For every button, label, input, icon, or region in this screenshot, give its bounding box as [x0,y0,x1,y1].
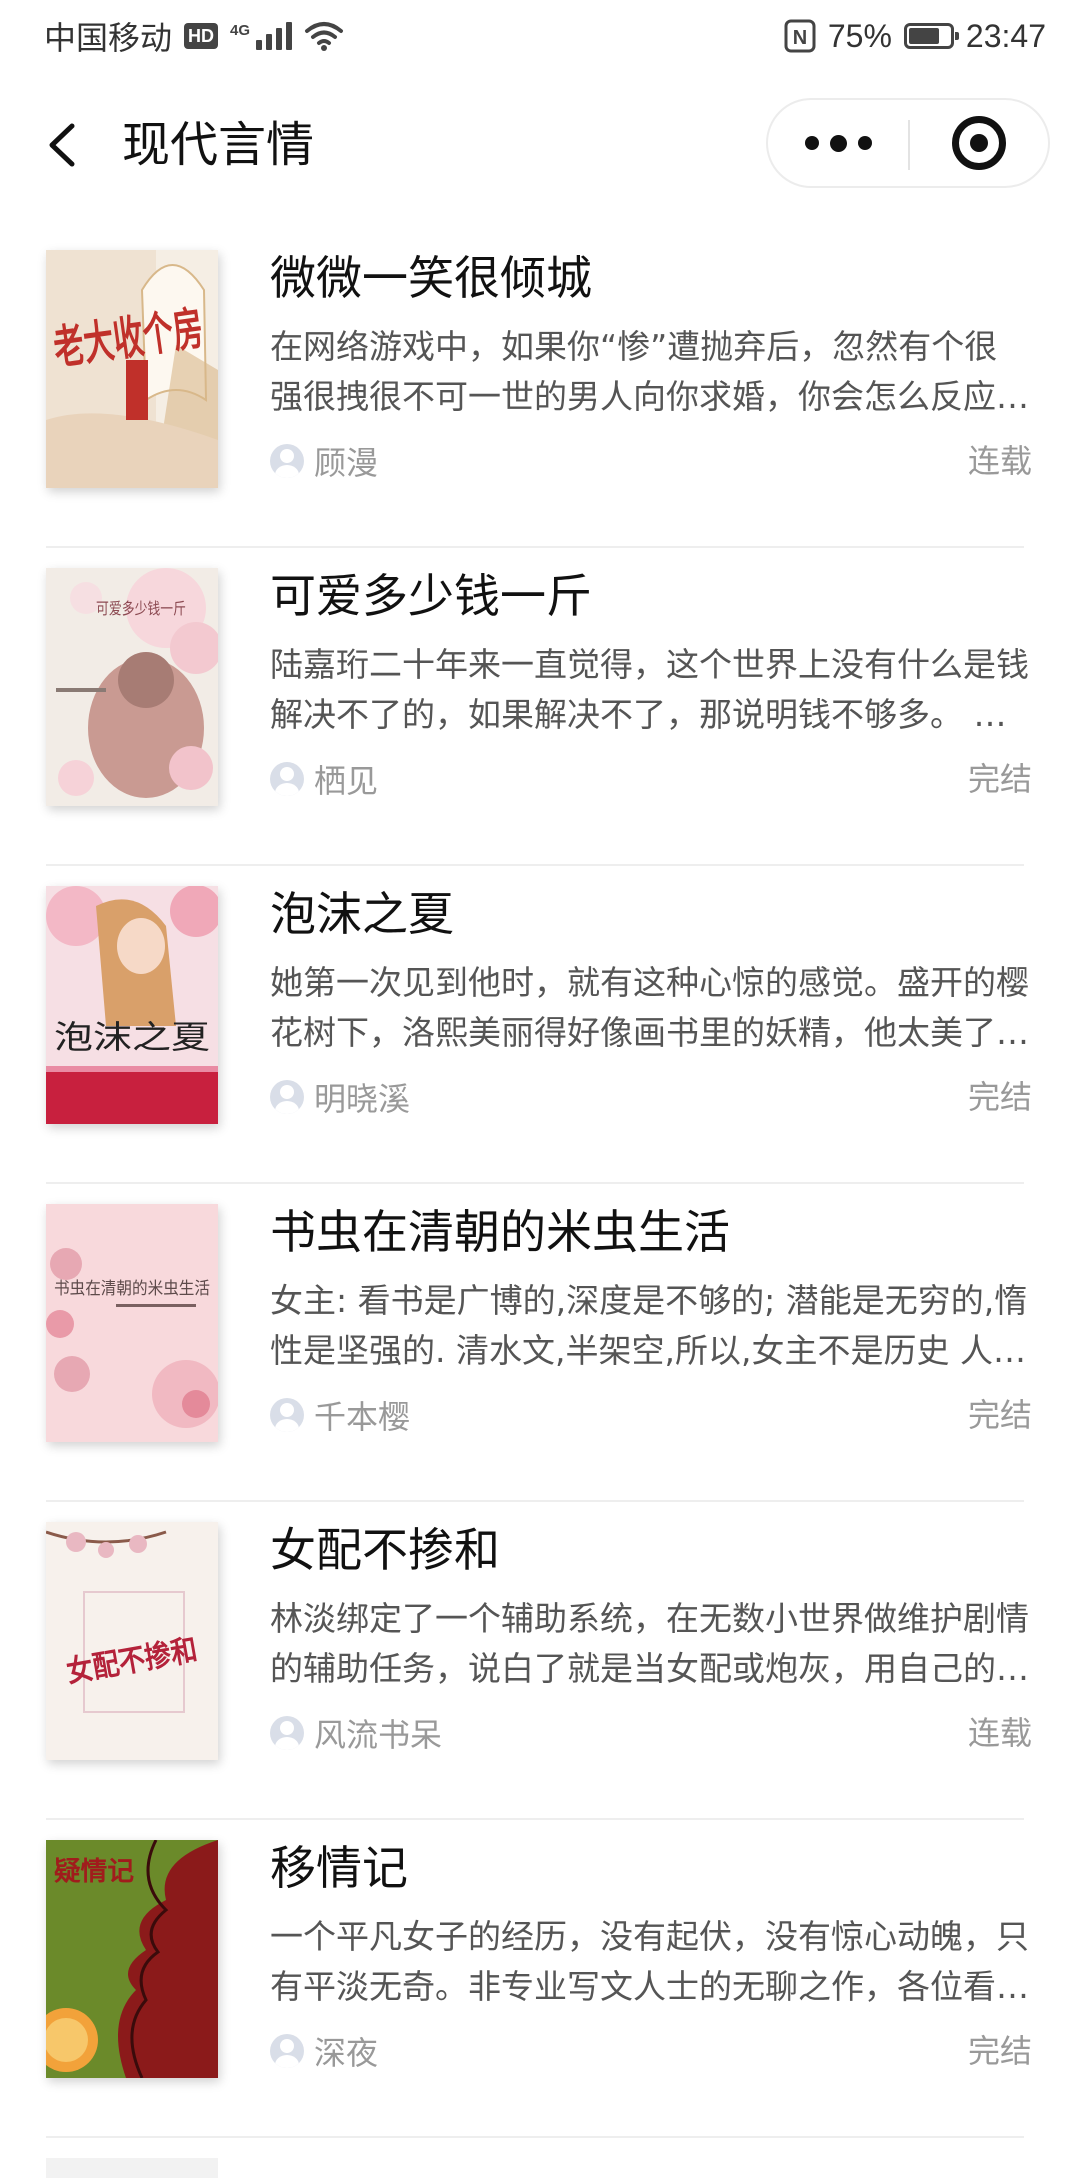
book-description-line: 解决不了的，如果解决不了，那说明钱不够多。 … [270,695,1007,734]
book-description-line: 花树下，洛熙美丽得好像画书里的妖精，他太美了… [270,1013,1029,1052]
author-avatar-icon [270,1398,304,1432]
book-author: 深夜 [270,2026,378,2076]
book-author: 顾漫 [270,436,378,486]
book-title: 微微一笑很倾城 [270,251,592,305]
book-cover [46,2158,218,2178]
book-description-line: 林淡绑定了一个辅助系统，在无数小世界做维护剧情 [270,1599,1029,1638]
book-description-line: 在网络游戏中，如果你“惨”遭抛弃后，忽然有个很 [270,327,998,366]
book-description: 一个平凡女子的经历，没有起伏，没有惊心动魄，只 有平淡无奇。非专业写文人士的无聊… [270,1912,1032,2012]
navigation-bar: 现代言情 [0,90,1080,200]
book-description-line: 她第一次见到他时，就有这种心惊的感觉。盛开的樱 [270,963,1029,1002]
author-avatar-icon [270,444,304,478]
book-description-line: 性是坚强的. 清水文,半架空,所以,女主不是历史 人… [270,1331,1026,1370]
book-item[interactable]: 疑情记 移情记 一个平凡女子的经历，没有起伏，没有惊心动魄，只 有平淡无奇。非专… [0,1820,1080,2138]
wifi-icon [305,22,344,51]
author-name: 栖见 [314,762,379,800]
target-circle-icon [952,116,1006,170]
book-cover: 可爱多少钱一斤 [46,568,218,806]
book-description: 在网络游戏中，如果你“惨”遭抛弃后，忽然有个很 强很拽很不可一世的男人向你求婚，… [270,322,1032,422]
author-avatar-icon [270,1080,304,1114]
carrier-name: 中国移动 [44,19,173,57]
book-description: 林淡绑定了一个辅助系统，在无数小世界做维护剧情 的辅助任务，说白了就是当女配或炮… [270,1594,1032,1694]
battery-icon [903,23,959,49]
book-author: 千本樱 [270,1390,410,1440]
nfc-icon: N [784,19,816,53]
author-name: 明晓溪 [314,1080,411,1118]
status-bar-left: 中国移动 HD 4G [44,14,344,58]
more-dots-icon [804,136,819,150]
book-cover: 泡沫之夏 [46,886,218,1124]
book-description-line: 陆嘉珩二十年来一直觉得，这个世界上没有什么是钱 [270,645,1029,684]
book-author: 明晓溪 [270,1072,410,1122]
author-name: 顾漫 [314,444,379,482]
battery-level [908,28,939,44]
book-author: 风流书呆 [270,1708,442,1758]
book-status: 完结 [967,2032,1032,2070]
cover-title-art: 可爱多少钱一斤 [96,599,186,618]
nfc-label: N [793,27,807,49]
author-avatar-icon [270,1716,304,1750]
book-title: 可爱多少钱一斤 [270,569,592,623]
book-description-line: 一个平凡女子的经历，没有起伏，没有惊心动魄，只 [270,1917,1029,1956]
more-button[interactable] [768,100,908,186]
network-type: 4G [230,22,251,39]
hd-badge: HD [184,23,219,49]
book-list: 老大收个房 微微一笑很倾城 在网络游戏中，如果你“惨”遭抛弃后，忽然有个很 强很… [0,230,1080,2178]
more-dots-icon-center [829,134,847,152]
status-bar-right: N 75% 23:47 [784,14,1046,58]
book-description: 女主: 看书是广博的,深度是不够的; 潜能是无穷的,惰 性是坚强的. 清水文,半… [270,1276,1032,1376]
clock: 23:47 [965,17,1046,54]
close-mini-program-button[interactable] [910,100,1048,186]
book-status: 完结 [967,760,1032,798]
cover-title-art: 泡沫之夏 [54,1018,210,1056]
book-item[interactable]: 老大收个房 微微一笑很倾城 在网络游戏中，如果你“惨”遭抛弃后，忽然有个很 强很… [0,230,1080,548]
book-status: 完结 [967,1396,1032,1434]
book-title: 泡沫之夏 [270,887,454,941]
book-cover: 疑情记 [46,1840,218,2078]
book-item[interactable]: 女配不掺和 女配不掺和 林淡绑定了一个辅助系统，在无数小世界做维护剧情 的辅助任… [0,1502,1080,1820]
page-title: 现代言情 [122,117,315,173]
book-description-line: 的辅助任务，说白了就是当女配或炮灰，用自己的… [270,1649,1029,1688]
book-item[interactable]: 泡沫之夏 泡沫之夏 她第一次见到他时，就有这种心惊的感觉。盛开的樱 花树下，洛熙… [0,866,1080,1184]
battery-percent: 75% [827,17,892,54]
book-item[interactable]: 书虫在清朝的米虫生活 书虫在清朝的米虫生活 女主: 看书是广博的,深度是不够的;… [0,1184,1080,1502]
book-item[interactable] [0,2138,1080,2178]
author-name: 千本樱 [314,1398,411,1436]
book-author: 栖见 [270,754,378,804]
signal-icon: 4G [230,22,293,50]
book-title: 移情记 [270,1841,408,1895]
book-cover: 女配不掺和 [46,1522,218,1760]
status-bar: 中国移动 HD 4G N 75% 23:47 [0,0,1080,72]
book-item[interactable]: 可爱多少钱一斤 可爱多少钱一斤 陆嘉珩二十年来一直觉得，这个世界上没有什么是钱 … [0,548,1080,866]
book-status: 连载 [967,1714,1032,1752]
author-avatar-icon [270,762,304,796]
book-description: 她第一次见到他时，就有这种心惊的感觉。盛开的樱 花树下，洛熙美丽得好像画书里的妖… [270,958,1032,1058]
book-description: 陆嘉珩二十年来一直觉得，这个世界上没有什么是钱 解决不了的，如果解决不了，那说明… [270,640,1032,740]
book-description-line: 女主: 看书是广博的,深度是不够的; 潜能是无穷的,惰 [270,1281,1028,1320]
target-circle-icon-dot [970,134,988,152]
back-button[interactable] [38,112,98,178]
cover-title-art: 疑情记 [54,1857,134,1887]
chevron-left-icon [49,123,75,167]
book-status: 连载 [967,442,1032,480]
more-dots-icon-right [857,136,872,150]
mini-program-capsule [766,98,1050,188]
book-title: 女配不掺和 [270,1523,500,1577]
book-description-line: 强很拽很不可一世的男人向你求婚，你会怎么反应… [270,377,1029,416]
author-name: 风流书呆 [314,1716,443,1754]
book-description-line: 有平淡无奇。非专业写文人士的无聊之作，各位看… [270,1967,1029,2006]
author-name: 深夜 [314,2034,379,2072]
book-title: 书虫在清朝的米虫生活 [270,1205,730,1259]
book-cover: 书虫在清朝的米虫生活 [46,1204,218,1442]
book-cover: 老大收个房 [46,250,218,488]
book-status: 完结 [967,1078,1032,1116]
cover-title-art: 书虫在清朝的米虫生活 [54,1279,210,1299]
author-avatar-icon [270,2034,304,2068]
